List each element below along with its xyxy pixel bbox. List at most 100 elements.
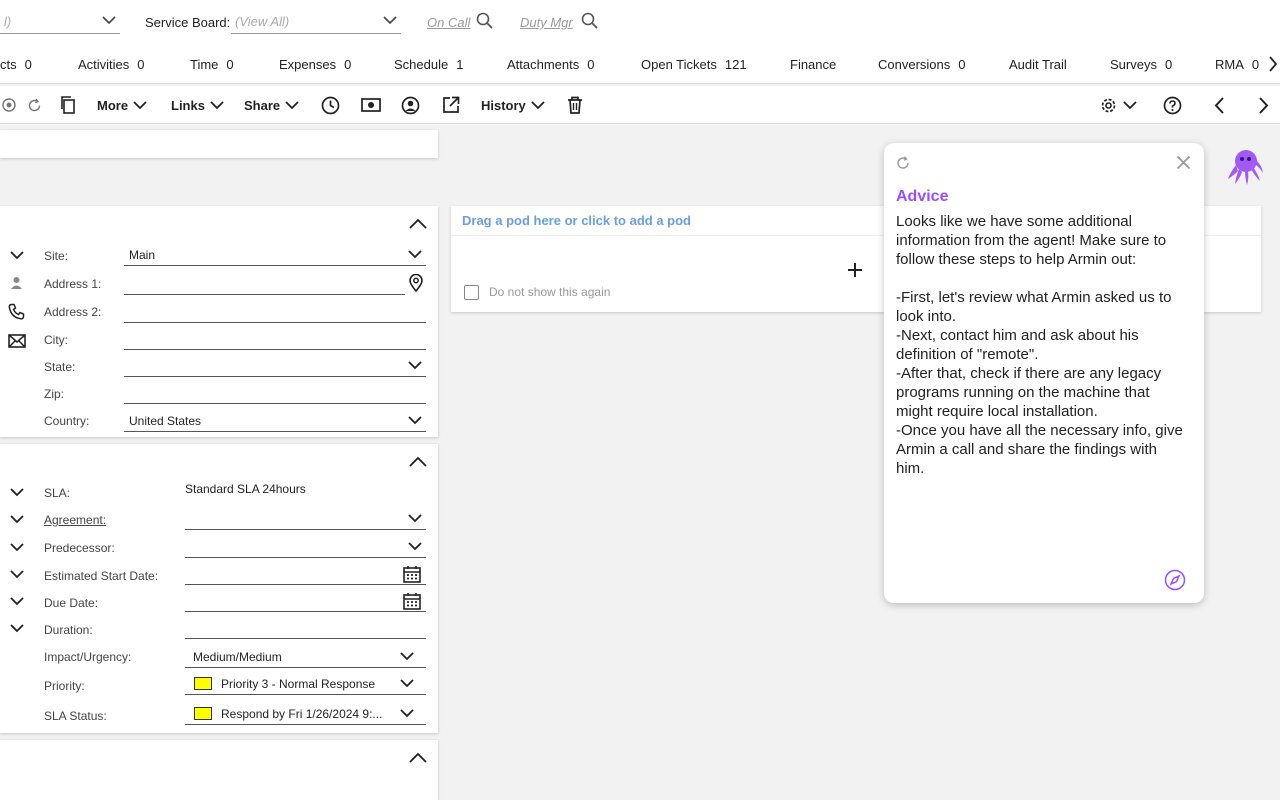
compass-icon[interactable] bbox=[1164, 569, 1186, 591]
city-field[interactable] bbox=[124, 328, 426, 350]
service-board-label: Service Board: bbox=[145, 15, 231, 30]
history-menu-button[interactable]: History bbox=[481, 86, 545, 124]
chevron-down-icon bbox=[210, 100, 224, 110]
octopus-assistant-icon[interactable] bbox=[1226, 147, 1264, 187]
tab-activities[interactable]: Activities 0 bbox=[78, 57, 145, 72]
share-menu-button[interactable]: Share bbox=[244, 86, 299, 124]
on-call-link[interactable]: On Call bbox=[427, 15, 470, 30]
chevron-down-icon[interactable] bbox=[10, 596, 24, 606]
chevron-down-icon[interactable] bbox=[10, 487, 24, 497]
search-icon[interactable] bbox=[476, 12, 494, 30]
site-value: Main bbox=[129, 248, 156, 262]
phone-icon[interactable] bbox=[8, 303, 25, 320]
person-icon bbox=[10, 276, 23, 290]
advice-popup: Advice Looks like we have some additiona… bbox=[884, 143, 1204, 603]
impact-urgency-select[interactable]: Medium/Medium bbox=[185, 646, 426, 668]
estimated-start-date-field[interactable] bbox=[185, 563, 426, 585]
next-icon[interactable] bbox=[1258, 96, 1270, 115]
tab-label: RMA bbox=[1215, 57, 1244, 72]
clock-icon[interactable] bbox=[321, 96, 340, 115]
copy-icon[interactable] bbox=[60, 96, 76, 114]
close-icon[interactable] bbox=[1176, 155, 1191, 170]
tab-schedule[interactable]: Schedule 1 bbox=[394, 57, 463, 72]
refresh-icon[interactable] bbox=[27, 98, 42, 113]
tab-finance[interactable]: Finance bbox=[790, 57, 836, 72]
more-menu-button[interactable]: More bbox=[97, 86, 147, 124]
links-menu-button[interactable]: Links bbox=[171, 86, 224, 124]
tab-time[interactable]: Time 0 bbox=[190, 57, 234, 72]
tab-attachments[interactable]: Attachments 0 bbox=[507, 57, 595, 72]
country-select[interactable]: United States bbox=[124, 410, 426, 432]
chevron-down-icon[interactable] bbox=[10, 623, 24, 633]
sla-label: SLA: bbox=[44, 486, 71, 500]
help-icon[interactable] bbox=[1163, 96, 1182, 115]
address1-label: Address 1: bbox=[44, 277, 102, 291]
previous-icon[interactable] bbox=[1213, 96, 1225, 115]
duration-field[interactable] bbox=[185, 617, 426, 639]
tab-label: Finance bbox=[790, 57, 837, 72]
tab-open-tickets[interactable]: Open Tickets 121 bbox=[641, 57, 747, 72]
estimated-start-label: Estimated Start Date: bbox=[44, 569, 159, 583]
tab-conversions[interactable]: Conversions 0 bbox=[878, 57, 966, 72]
priority-label: Priority: bbox=[44, 679, 85, 693]
record-icon[interactable] bbox=[2, 98, 16, 112]
sla-status-select[interactable]: Respond by Fri 1/26/2024 9:... bbox=[185, 703, 426, 725]
chevron-down-icon[interactable] bbox=[10, 542, 24, 552]
due-date-field[interactable] bbox=[185, 590, 426, 612]
predecessor-select[interactable] bbox=[185, 536, 426, 558]
priority-select[interactable]: Priority 3 - Normal Response bbox=[185, 673, 426, 695]
tab-label: Time bbox=[190, 57, 219, 72]
chevron-down-icon[interactable] bbox=[10, 569, 24, 579]
site-select[interactable]: Main bbox=[124, 244, 426, 266]
tab-label: Schedule bbox=[394, 57, 449, 72]
tab-expenses[interactable]: Expenses 0 bbox=[279, 57, 351, 72]
tab-contacts[interactable]: cts 0 bbox=[0, 57, 32, 72]
contact-icon[interactable] bbox=[401, 96, 420, 115]
service-board-select[interactable]: (View All) bbox=[231, 10, 401, 34]
due-date-label: Due Date: bbox=[44, 596, 99, 610]
board-type-select[interactable]: l) bbox=[0, 10, 120, 34]
add-pod-link[interactable]: Drag a pod here or click to add a pod bbox=[462, 213, 691, 228]
calendar-icon[interactable] bbox=[403, 592, 421, 610]
tab-rma[interactable]: RMA 0 bbox=[1215, 57, 1259, 72]
chevron-down-icon bbox=[408, 249, 422, 259]
chevron-up-icon[interactable] bbox=[409, 456, 427, 468]
tab-count: 0 bbox=[344, 57, 352, 72]
expense-icon[interactable] bbox=[361, 97, 381, 113]
dont-show-again-checkbox[interactable] bbox=[464, 285, 479, 300]
ticket-toolbar: More Links Share History bbox=[0, 86, 1280, 124]
plus-icon[interactable] bbox=[847, 262, 863, 278]
calendar-icon[interactable] bbox=[403, 565, 421, 583]
open-external-icon[interactable] bbox=[442, 96, 460, 114]
chevron-up-icon[interactable] bbox=[409, 218, 427, 230]
agreement-select[interactable] bbox=[185, 508, 426, 530]
chevron-down-icon[interactable] bbox=[10, 514, 24, 524]
chevron-down-icon[interactable] bbox=[1123, 100, 1137, 110]
summary-field[interactable] bbox=[0, 130, 438, 158]
map-pin-icon[interactable] bbox=[409, 274, 423, 292]
links-label: Links bbox=[171, 97, 205, 113]
chevron-down-icon bbox=[400, 651, 414, 661]
tab-count: 0 bbox=[137, 57, 145, 72]
chevron-down-icon[interactable] bbox=[10, 250, 24, 260]
zip-field[interactable] bbox=[124, 382, 426, 404]
chevron-up-icon[interactable] bbox=[409, 752, 427, 764]
chevron-right-icon[interactable] bbox=[1268, 55, 1278, 73]
duty-mgr-link[interactable]: Duty Mgr bbox=[520, 15, 573, 30]
email-icon[interactable] bbox=[8, 334, 26, 348]
address-panel: Site: Main Address 1: Address 2: City: S… bbox=[0, 206, 438, 437]
tab-audit-trail[interactable]: Audit Trail bbox=[1009, 57, 1067, 72]
chevron-down-icon bbox=[408, 360, 422, 370]
advice-title: Advice bbox=[896, 188, 949, 205]
trash-icon[interactable] bbox=[567, 96, 583, 114]
state-select[interactable] bbox=[124, 355, 426, 377]
refresh-icon[interactable] bbox=[896, 156, 910, 170]
address2-field[interactable] bbox=[124, 301, 426, 323]
service-board-select-value: (View All) bbox=[235, 14, 290, 29]
gear-icon[interactable] bbox=[1099, 96, 1118, 115]
impact-urgency-value: Medium/Medium bbox=[193, 650, 282, 664]
tab-surveys[interactable]: Surveys 0 bbox=[1110, 57, 1172, 72]
agreement-link[interactable]: Agreement: bbox=[44, 513, 106, 527]
search-icon[interactable] bbox=[581, 12, 599, 30]
address1-field[interactable] bbox=[124, 273, 405, 295]
